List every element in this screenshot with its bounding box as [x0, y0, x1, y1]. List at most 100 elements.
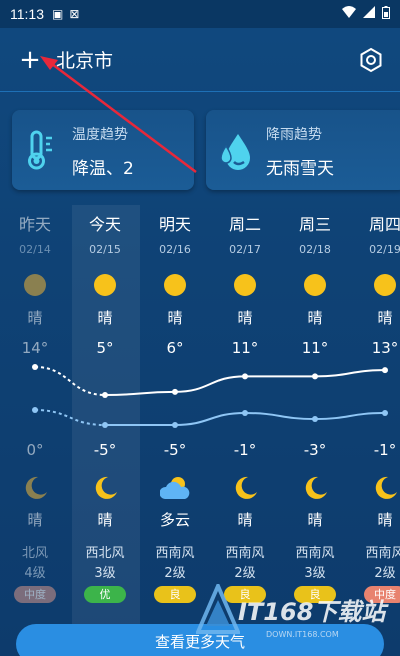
cloudy-night-icon: [159, 475, 190, 501]
night-condition: 晴: [27, 511, 43, 529]
date-label: 02/15: [89, 243, 121, 256]
notification-icon: ⊠: [69, 7, 80, 21]
status-time: 11:13: [10, 6, 44, 22]
city-name[interactable]: 北京市: [56, 46, 113, 73]
low-temp-point: [172, 422, 178, 428]
signal-icon: [363, 6, 375, 22]
sun-icon: [163, 273, 187, 297]
rain-trend-card[interactable]: 降雨趋势 无雨雪天: [206, 110, 400, 190]
night-condition: 晴: [97, 511, 113, 529]
wind-level: 2级: [234, 566, 256, 581]
high-temp-point: [242, 373, 248, 380]
watermark-logo-icon: [196, 584, 240, 634]
high-curve-segment: [104, 390, 176, 396]
aqi-badge: 优: [84, 586, 126, 603]
moon-icon: [233, 475, 259, 501]
high-curve-segment: [34, 366, 106, 396]
low-temp-point: [32, 407, 38, 413]
wind-level: 2级: [164, 566, 186, 581]
night-condition: 多云: [159, 511, 190, 529]
temperature-trend-value: 降温、2: [72, 159, 134, 179]
wind-direction: 西南风: [225, 546, 265, 561]
app-bar: + 北京市: [0, 28, 400, 92]
aqi-badge: 中度: [14, 586, 56, 603]
low-temp: -3°: [303, 441, 327, 459]
weekday-label: 周四: [368, 215, 400, 234]
rain-trend-title: 降雨趋势: [266, 127, 322, 143]
low-temp: -1°: [373, 441, 397, 459]
sun-icon: [93, 273, 117, 297]
low-temp-point: [382, 410, 388, 416]
moon-icon: [93, 475, 119, 501]
wind-level: 4级: [24, 566, 46, 581]
high-temp-point: [102, 392, 108, 398]
weekday-label: 今天: [88, 215, 121, 234]
high-temp-point: [312, 373, 318, 380]
low-curve-segment: [314, 412, 386, 420]
status-bar: 11:13 ▣ ⊠: [0, 0, 400, 28]
moon-icon: [373, 475, 399, 501]
wind-direction: 西北风: [85, 546, 125, 561]
raindrops-icon: [218, 128, 254, 172]
night-condition: 晴: [237, 511, 253, 529]
low-temp-point: [242, 410, 248, 416]
battery-icon: [382, 5, 390, 23]
wind-direction: 西南风: [295, 546, 335, 561]
add-city-button[interactable]: +: [16, 47, 44, 73]
sun-icon: [23, 273, 47, 297]
wifi-icon: [342, 6, 356, 22]
low-curve-segment: [244, 412, 316, 420]
moon-icon: [23, 475, 49, 501]
day-condition: 晴: [307, 309, 323, 327]
date-label: 02/18: [299, 243, 331, 256]
high-temp-point: [382, 367, 388, 374]
trend-cards: 温度趋势 降温、2 降雨趋势 无雨雪天: [12, 110, 400, 190]
wind-level: 2级: [374, 566, 396, 581]
sun-icon: [303, 273, 327, 297]
weekday-label: 昨天: [18, 215, 51, 234]
high-temp-point: [172, 388, 178, 395]
date-label: 02/17: [229, 243, 261, 256]
weekday-label: 明天: [158, 215, 191, 234]
wind-direction: 西南风: [155, 546, 195, 561]
day-condition: 晴: [27, 309, 43, 327]
night-condition: 晴: [377, 511, 393, 529]
weekday-label: 周二: [228, 215, 261, 234]
temperature-trend-card[interactable]: 温度趋势 降温、2: [12, 110, 194, 190]
mail-icon: ▣: [52, 7, 64, 21]
moon-icon: [303, 475, 329, 501]
watermark-sub: DOWN.IT168.COM: [266, 630, 339, 639]
weekday-label: 周三: [298, 215, 331, 234]
night-condition: 晴: [307, 511, 323, 529]
day-condition: 晴: [167, 309, 183, 327]
wind-direction: 西南风: [365, 546, 400, 561]
temperature-trend-title: 温度趋势: [72, 127, 128, 143]
low-temp: -5°: [93, 441, 117, 459]
day-condition: 晴: [237, 309, 253, 327]
date-label: 02/16: [159, 243, 191, 256]
low-temp-point: [102, 422, 108, 428]
watermark: IT168下载站 DOWN.IT168.COM: [196, 580, 396, 650]
low-temp: -5°: [163, 441, 187, 459]
thermometer-icon: [24, 128, 60, 172]
low-temp: -1°: [233, 441, 257, 459]
high-curve-segment: [174, 375, 246, 393]
rain-trend-value: 无雨雪天: [266, 159, 334, 179]
date-label: 02/14: [19, 243, 51, 256]
wind-level: 3级: [94, 566, 116, 581]
watermark-brand: IT168下载站: [238, 598, 386, 626]
date-label: 02/19: [369, 243, 400, 256]
low-temp: 0°: [26, 441, 44, 459]
temperature-curves: [32, 364, 388, 428]
high-temp-point: [32, 364, 38, 370]
settings-icon[interactable]: [358, 47, 384, 73]
high-curve-segment: [314, 369, 386, 378]
low-temp-point: [312, 416, 318, 422]
sun-icon: [233, 273, 257, 297]
day-condition: 晴: [377, 309, 393, 327]
sun-icon: [373, 273, 397, 297]
day-condition: 晴: [97, 309, 113, 327]
low-curve-segment: [34, 409, 106, 426]
wind-direction: 北风: [21, 546, 48, 561]
aqi-badge: 良: [154, 586, 196, 603]
